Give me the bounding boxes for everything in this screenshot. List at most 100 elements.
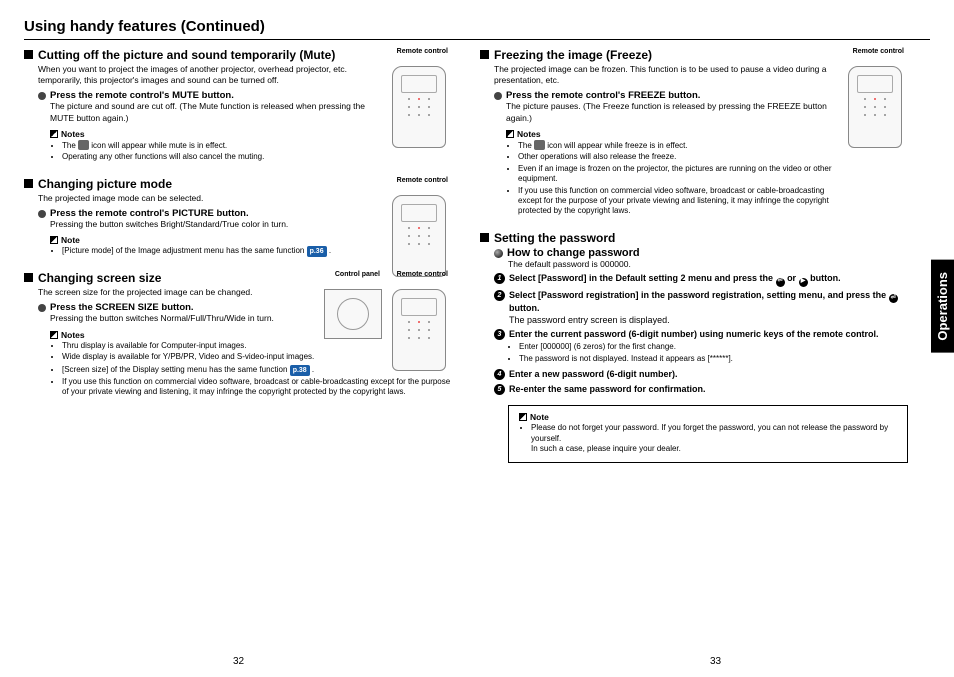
square-bullet-icon <box>480 50 489 59</box>
freeze-note1a: The <box>518 141 534 150</box>
step2-text: Select [Password registration] in the pa… <box>509 290 898 313</box>
picture-note1a: [Picture mode] of the Image adjustment m… <box>62 246 307 255</box>
box-note-2: In such a case, please inquire your deal… <box>531 444 681 453</box>
square-bullet-icon <box>24 50 33 59</box>
screen-desc: The screen size for the projected image … <box>38 287 452 298</box>
remote-label: Remote control <box>853 48 904 56</box>
page-numbers: 32 33 <box>0 656 954 667</box>
password-box-notes: Please do not forget your password. If y… <box>521 423 897 454</box>
screen-step: Press the SCREEN SIZE button. <box>50 302 194 313</box>
picture-step-body: Pressing the button switches Bright/Stan… <box>50 219 388 230</box>
remote-control-icon <box>392 66 446 148</box>
mute-note1a: The <box>62 141 78 150</box>
password-default: The default password is 000000. <box>508 259 908 270</box>
mute-notes: The icon will appear while mute is in ef… <box>52 140 388 163</box>
remote-control-icon <box>848 66 902 148</box>
freeze-note3: Even if an image is frozen on the projec… <box>518 164 844 185</box>
picture-notes: [Picture mode] of the Image adjustment m… <box>52 246 388 257</box>
step4-text: Enter a new password (6-digit number). <box>509 369 678 379</box>
box-note-1: Please do not forget your password. If y… <box>531 423 888 442</box>
remote-label: Remote control <box>397 271 448 279</box>
screen-heading: Changing screen size <box>38 271 161 285</box>
note-marker-icon <box>506 130 514 138</box>
step3-note2: The password is not displayed. Instead i… <box>519 354 879 364</box>
square-bullet-icon <box>24 273 33 282</box>
freeze-note1b: icon will appear while freeze is in effe… <box>545 141 688 150</box>
square-bullet-icon <box>24 179 33 188</box>
step-number-icon: 3 <box>494 329 505 340</box>
password-step-4: 4 Enter a new password (6-digit number). <box>494 369 908 381</box>
square-bullet-icon <box>480 233 489 242</box>
page-number-right: 33 <box>477 656 954 667</box>
dot-bullet-icon <box>38 210 46 218</box>
step-number-icon: 4 <box>494 369 505 380</box>
page-body: Remote control Cutting off the picture a… <box>24 48 930 477</box>
control-panel-icon <box>324 289 382 339</box>
password-step-2: 2 Select [Password registration] in the … <box>494 290 908 327</box>
control-label: Control panel <box>335 271 380 279</box>
mute-step-body: The picture and sound are cut off. (The … <box>50 101 388 124</box>
picture-desc: The projected image mode can be selected… <box>38 193 388 204</box>
section-screen: Remote control Control panel Changing sc… <box>24 271 452 421</box>
page-title: Using handy features (Continued) <box>24 18 930 40</box>
freeze-note2: Other operations will also release the f… <box>518 152 844 162</box>
screen-note1: Thru display is available for Computer-i… <box>62 341 322 351</box>
mute-heading: Cutting off the picture and sound tempor… <box>38 48 335 62</box>
mute-step: Press the remote control's MUTE button. <box>50 90 234 101</box>
page-ref-38: p.38 <box>290 365 310 376</box>
picture-note1b: . <box>327 246 331 255</box>
screen-notes-2: [Screen size] of the Display setting men… <box>52 365 452 398</box>
right-button-icon: ▶ <box>799 278 808 287</box>
freeze-status-icon <box>534 140 545 150</box>
password-note-box: Note Please do not forget your password.… <box>508 405 908 463</box>
remote-control-icon <box>392 195 446 277</box>
note-label: Note <box>61 235 80 245</box>
freeze-notes: The icon will appear while freeze is in … <box>508 140 844 217</box>
freeze-note4: If you use this function on commercial v… <box>518 186 844 217</box>
step3-text: Enter the current password (6-digit numb… <box>509 329 879 339</box>
note-marker-icon <box>50 331 58 339</box>
screen-note3b: . <box>310 365 314 374</box>
step-number-icon: 2 <box>494 290 505 301</box>
freeze-desc: The projected image can be frozen. This … <box>494 64 844 86</box>
right-column: Remote control Freezing the image (Freez… <box>480 48 930 477</box>
remote-label: Remote control <box>397 177 448 185</box>
page-number-left: 32 <box>0 656 477 667</box>
screen-note4: If you use this function on commercial v… <box>62 377 452 398</box>
step3-note1: Enter [000000] (6 zeros) for the first c… <box>519 342 879 352</box>
side-tab-operations: Operations <box>931 260 954 353</box>
screen-note2: Wide display is available for Y/PB/PR, V… <box>62 352 322 362</box>
enter-button-icon: ⏎ <box>889 294 898 303</box>
step-number-icon: 1 <box>494 273 505 284</box>
mute-desc: When you want to project the images of a… <box>38 64 388 86</box>
picture-step: Press the remote control's PICTURE butto… <box>50 208 249 219</box>
dot-bullet-icon <box>38 304 46 312</box>
freeze-step-body: The picture pauses. (The Freeze function… <box>506 101 844 124</box>
picture-heading: Changing picture mode <box>38 177 172 191</box>
note-marker-icon <box>50 130 58 138</box>
freeze-heading: Freezing the image (Freeze) <box>494 48 652 62</box>
password-heading: Setting the password <box>494 231 615 245</box>
step3-notes: Enter [000000] (6 zeros) for the first c… <box>509 342 879 364</box>
notes-label: Notes <box>61 129 85 139</box>
mute-note2: Operating any other functions will also … <box>62 152 388 162</box>
password-howto: How to change password <box>507 247 640 259</box>
password-step-1: 1 Select [Password] in the Default setti… <box>494 273 908 286</box>
remote-control-icon <box>392 289 446 371</box>
dot-bullet-icon <box>494 249 503 258</box>
note-marker-icon <box>519 413 527 421</box>
dot-bullet-icon <box>38 92 46 100</box>
step-number-icon: 5 <box>494 384 505 395</box>
remote-label: Remote control <box>397 48 448 56</box>
step1-text: Select [Password] in the Default setting… <box>509 273 841 283</box>
note-marker-icon <box>50 236 58 244</box>
section-picture: Remote control Changing picture mode The… <box>24 177 452 258</box>
left-column: Remote control Cutting off the picture a… <box>24 48 452 477</box>
step2-body: The password entry screen is displayed. <box>509 315 908 327</box>
password-step-3: 3 Enter the current password (6-digit nu… <box>494 329 908 365</box>
section-mute: Remote control Cutting off the picture a… <box>24 48 452 163</box>
mute-note1b: icon will appear while mute is in effect… <box>89 141 227 150</box>
step5-text: Re-enter the same password for confirmat… <box>509 384 706 394</box>
page-ref-36: p.36 <box>307 246 327 257</box>
freeze-step: Press the remote control's FREEZE button… <box>506 90 700 101</box>
